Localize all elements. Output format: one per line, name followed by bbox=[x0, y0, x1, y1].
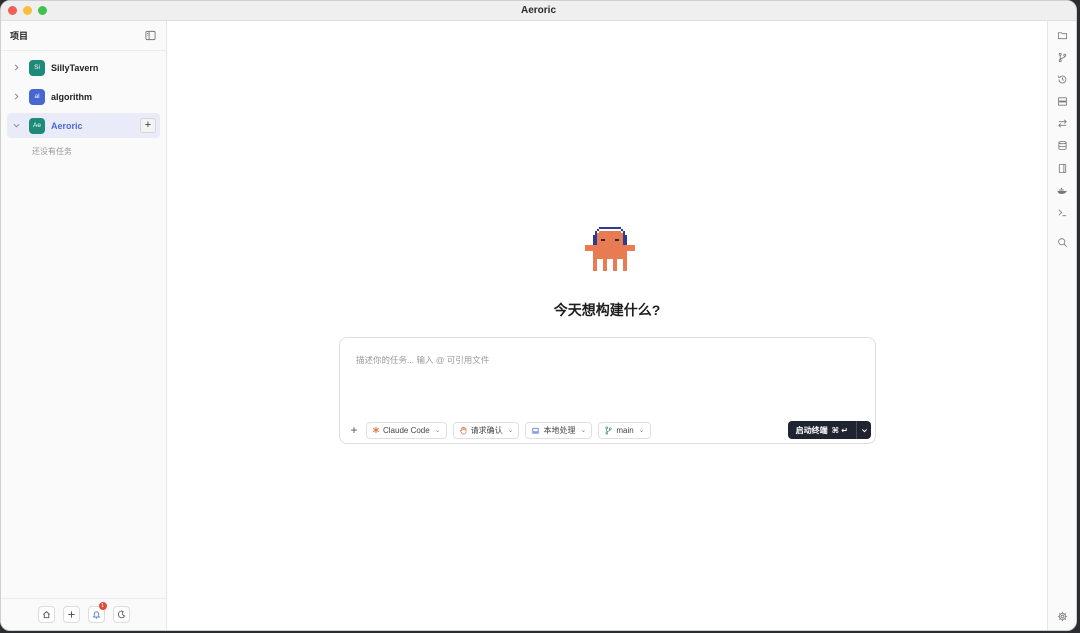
chevron-down-icon: ⌄ bbox=[638, 427, 645, 434]
pixel-octopus-mascot bbox=[583, 227, 637, 280]
task-composer: 描述你的任务... 输入 @ 可引用文件 + Claude Code ⌄ 请求确… bbox=[339, 337, 876, 444]
chevron-down-icon: ⌄ bbox=[507, 427, 514, 434]
project-item-algorithm[interactable]: al algorithm bbox=[7, 84, 160, 109]
laptop-icon bbox=[532, 427, 540, 433]
project-name: SillyTavern bbox=[51, 62, 99, 73]
chevron-down-icon: ⌄ bbox=[434, 427, 441, 434]
history-icon[interactable] bbox=[1055, 72, 1069, 86]
chevron-down-icon bbox=[861, 428, 867, 432]
start-terminal-options-button[interactable] bbox=[856, 421, 871, 439]
add-attachment-button[interactable]: + bbox=[348, 423, 360, 437]
agent-select-label: Claude Code bbox=[383, 425, 430, 435]
close-window-button[interactable] bbox=[8, 6, 17, 15]
docker-icon[interactable] bbox=[1055, 183, 1069, 197]
branch-icon bbox=[605, 426, 612, 434]
terminal-icon[interactable] bbox=[1055, 205, 1069, 219]
chevron-right-icon[interactable] bbox=[11, 64, 21, 71]
right-activity-bar bbox=[1047, 21, 1076, 630]
project-avatar: al bbox=[29, 88, 45, 105]
window-title: Aeroric bbox=[520, 5, 556, 16]
task-input[interactable]: 描述你的任务... 输入 @ 可引用文件 bbox=[356, 354, 489, 366]
branch-label: main bbox=[616, 425, 634, 435]
search-icon[interactable] bbox=[1055, 235, 1069, 249]
theme-toggle-button[interactable] bbox=[112, 606, 130, 623]
diff-arrows-icon[interactable] bbox=[1055, 116, 1069, 130]
project-item-aeroric[interactable]: Ae Aeroric + bbox=[7, 113, 160, 138]
project-avatar: Ae bbox=[29, 117, 45, 134]
sidebar-panel-icon[interactable] bbox=[143, 29, 157, 43]
server-icon[interactable] bbox=[1055, 94, 1069, 108]
bell-icon bbox=[92, 611, 100, 619]
empty-tasks-text: 还没有任务 bbox=[32, 147, 72, 156]
execution-location-select[interactable]: 本地处理 ⌄ bbox=[525, 421, 593, 439]
execution-location-label: 本地处理 bbox=[543, 425, 576, 435]
book-icon[interactable] bbox=[1055, 161, 1069, 175]
add-task-button[interactable]: + bbox=[140, 118, 156, 133]
chevron-down-icon[interactable] bbox=[11, 122, 21, 129]
branch-select[interactable]: main ⌄ bbox=[598, 421, 651, 439]
hand-icon bbox=[459, 426, 466, 434]
composer-toolbar: + Claude Code ⌄ 请求确认 ⌄ 本地处理 ⌄ main ⌄ 启动终… bbox=[348, 421, 871, 439]
new-project-button[interactable] bbox=[62, 606, 80, 623]
projects-sidebar: 项目 Si SillyTavern al algorithm Ae Aerori… bbox=[1, 21, 167, 630]
app-window: Aeroric 项目 Si SillyTavern al algorithm A… bbox=[0, 0, 1077, 631]
page-title: 今天想构建什么? bbox=[553, 302, 661, 318]
main-area: 今天想构建什么? 描述你的任务... 输入 @ 可引用文件 + Claude C… bbox=[167, 21, 1047, 630]
chevron-down-icon: ⌄ bbox=[580, 427, 587, 434]
plus-icon bbox=[67, 611, 75, 618]
sidebar-title: 项目 bbox=[10, 31, 29, 41]
folder-icon[interactable] bbox=[1055, 28, 1069, 42]
start-terminal-label: 启动终端 bbox=[795, 425, 828, 435]
notifications-button[interactable]: 1 bbox=[87, 602, 107, 623]
moon-icon bbox=[117, 610, 125, 619]
home-icon bbox=[42, 611, 50, 619]
database-icon[interactable] bbox=[1055, 138, 1069, 152]
start-terminal-button[interactable]: 启动终端 ⌘ ↵ bbox=[788, 421, 856, 439]
sidebar-footer: 1 bbox=[1, 598, 166, 630]
window-controls bbox=[8, 6, 47, 15]
git-branch-icon[interactable] bbox=[1055, 50, 1069, 64]
zoom-window-button[interactable] bbox=[38, 6, 47, 15]
agent-select[interactable]: Claude Code ⌄ bbox=[366, 421, 447, 439]
notification-badge: 1 bbox=[98, 602, 107, 610]
title-bar: Aeroric bbox=[1, 1, 1076, 21]
sidebar-header: 项目 bbox=[1, 21, 166, 51]
chevron-right-icon[interactable] bbox=[11, 93, 21, 100]
settings-icon[interactable] bbox=[1055, 609, 1069, 623]
project-avatar: Si bbox=[29, 59, 45, 76]
asterisk-icon bbox=[372, 426, 380, 434]
start-terminal-shortcut: ⌘ ↵ bbox=[831, 425, 848, 435]
project-item-sillytavern[interactable]: Si SillyTavern bbox=[7, 55, 160, 80]
home-button[interactable] bbox=[37, 606, 55, 623]
approval-mode-label: 请求确认 bbox=[470, 425, 503, 435]
project-name: Aeroric bbox=[51, 120, 83, 131]
project-list: Si SillyTavern al algorithm Ae Aeroric +… bbox=[1, 51, 166, 161]
approval-mode-select[interactable]: 请求确认 ⌄ bbox=[452, 421, 520, 439]
start-terminal-group: 启动终端 ⌘ ↵ bbox=[787, 421, 871, 439]
project-name: algorithm bbox=[51, 91, 93, 102]
minimize-window-button[interactable] bbox=[23, 6, 32, 15]
